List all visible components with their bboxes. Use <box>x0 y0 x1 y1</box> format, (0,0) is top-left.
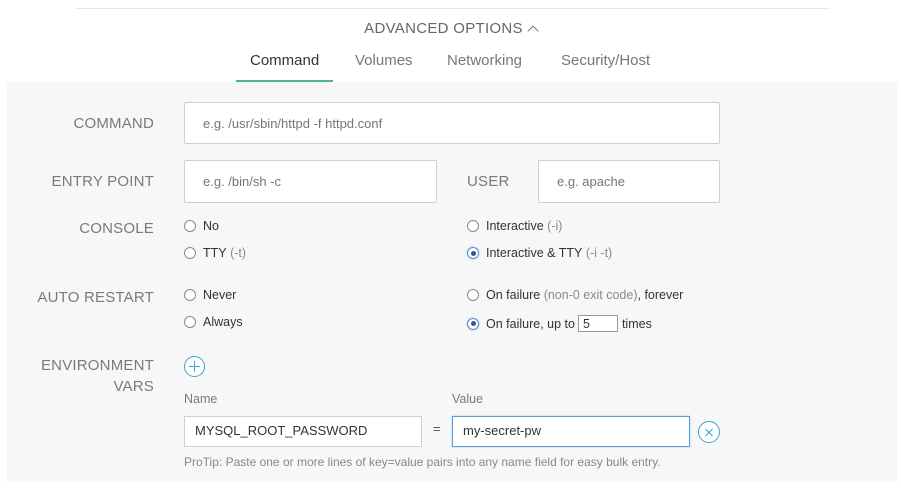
console-tty-radio[interactable]: TTY (-t) <box>184 246 246 260</box>
tab-bar: Command Volumes Networking Security/Host <box>0 52 901 82</box>
env-name-input[interactable]: MYSQL_ROOT_PASSWORD <box>184 416 422 447</box>
radio-icon <box>184 316 196 328</box>
console-interactive-tty-hint: (-i -t) <box>585 246 613 260</box>
command-label: COMMAND <box>73 115 154 132</box>
console-interactive-label: Interactive <box>486 219 544 233</box>
user-input[interactable] <box>538 160 720 203</box>
radio-icon <box>184 289 196 301</box>
restart-on-failure-forever-radio[interactable]: On failure (non-0 exit code), forever <box>467 288 683 302</box>
console-interactive-hint: (-i) <box>547 219 563 233</box>
console-tty-hint: (-t) <box>230 246 247 260</box>
restart-always-radio[interactable]: Always <box>184 315 243 329</box>
entry-point-input[interactable] <box>184 160 437 203</box>
top-divider <box>75 8 830 9</box>
radio-icon <box>184 220 196 232</box>
add-env-var-button[interactable] <box>184 356 205 377</box>
restart-always-label: Always <box>203 315 243 329</box>
protip-text: ProTip: Paste one or more lines of key=v… <box>184 455 661 469</box>
on-failure-suffix: , forever <box>637 288 684 302</box>
env-name-header: Name <box>184 392 218 406</box>
env-value-input[interactable]: my-secret-pw <box>452 416 690 447</box>
console-no-radio[interactable]: No <box>184 219 219 233</box>
radio-selected-icon <box>467 317 479 330</box>
advanced-options-label: ADVANCED OPTIONS <box>364 20 523 37</box>
restart-never-radio[interactable]: Never <box>184 288 236 302</box>
entry-point-label: ENTRY POINT <box>51 173 154 190</box>
env-vars-label-line2: VARS <box>113 378 154 395</box>
radio-icon <box>184 247 196 259</box>
radio-selected-icon <box>467 247 479 259</box>
tab-networking[interactable]: Networking <box>447 52 522 69</box>
on-failure-label: On failure <box>486 288 541 302</box>
on-failure-hint: (non-0 exit code) <box>543 288 638 302</box>
times-suffix: times <box>621 316 652 331</box>
user-label: USER <box>467 173 510 190</box>
console-interactive-tty-radio[interactable]: Interactive & TTY (-i -t) <box>467 246 612 260</box>
advanced-options-toggle[interactable]: ADVANCED OPTIONS <box>0 20 901 37</box>
restart-times-input[interactable]: 5 <box>577 315 618 332</box>
console-no-label: No <box>203 219 219 233</box>
console-label: CONSOLE <box>79 220 154 237</box>
console-interactive-tty-label: Interactive & TTY <box>486 246 583 260</box>
radio-icon <box>467 220 479 232</box>
tab-security-host[interactable]: Security/Host <box>561 52 650 69</box>
env-value-header: Value <box>452 392 484 406</box>
auto-restart-label: AUTO RESTART <box>37 289 154 306</box>
equals-sign: = <box>433 421 441 436</box>
chevron-up-icon <box>527 25 539 37</box>
tab-volumes[interactable]: Volumes <box>355 52 413 69</box>
env-vars-label-line1: ENVIRONMENT <box>40 357 154 374</box>
on-failure-limit-label: On failure, up to <box>486 316 575 331</box>
tab-command[interactable]: Command <box>235 52 334 82</box>
console-tty-label: TTY <box>203 246 227 260</box>
radio-icon <box>467 289 479 301</box>
remove-env-var-button[interactable] <box>698 421 720 443</box>
restart-never-label: Never <box>203 288 237 302</box>
console-interactive-radio[interactable]: Interactive (-i) <box>467 219 562 233</box>
restart-on-failure-limit-radio[interactable]: On failure, up to 5 times <box>467 315 652 332</box>
command-input[interactable] <box>184 102 720 144</box>
